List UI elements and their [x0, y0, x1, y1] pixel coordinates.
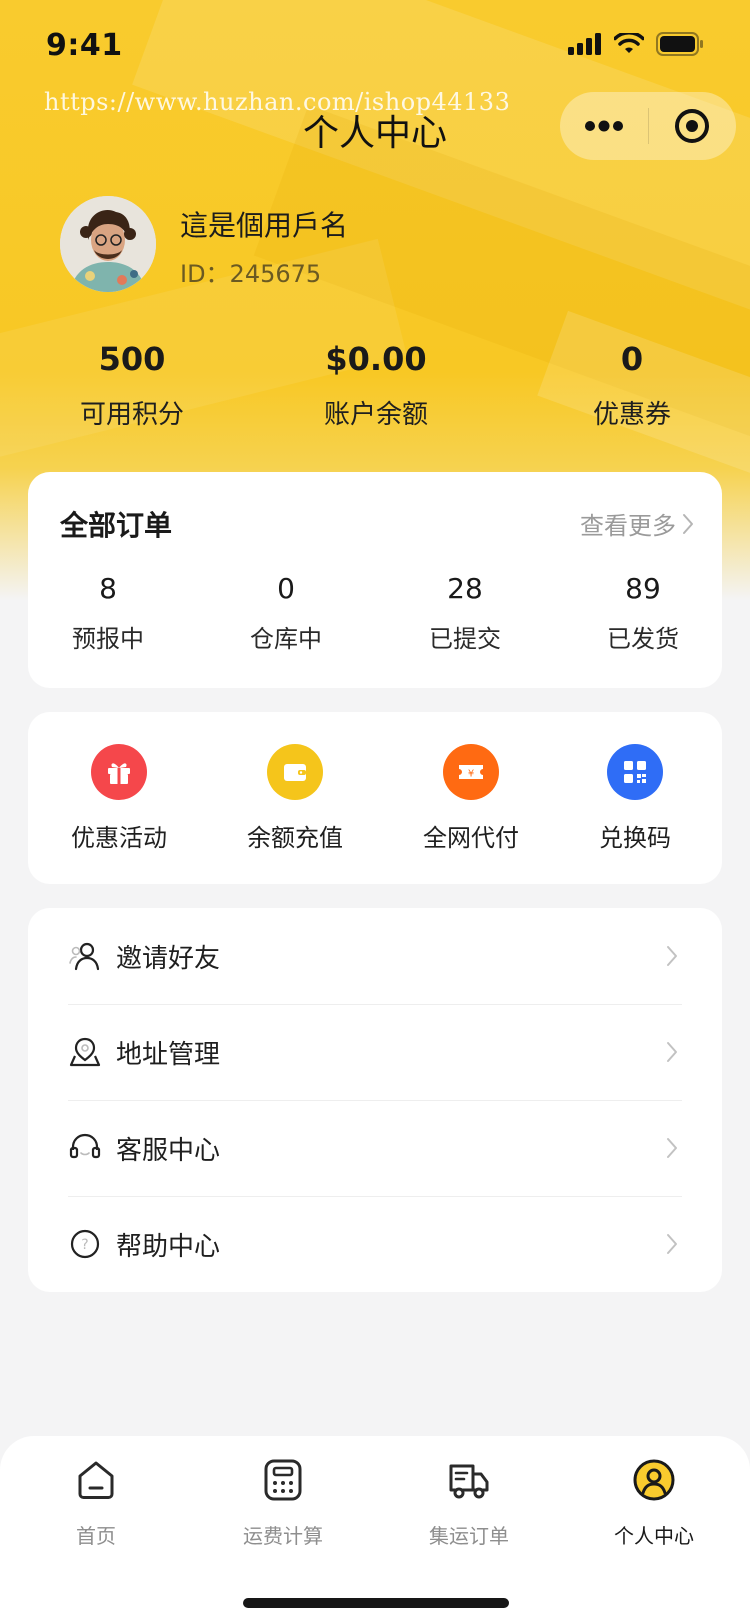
tool-proxy-pay[interactable]: ¥ 全网代付 — [386, 744, 556, 853]
qrcode-icon — [624, 761, 646, 783]
menu-item-label: 帮助中心 — [116, 1231, 221, 1262]
order-status-label: 仓库中 — [250, 625, 322, 653]
tab-label: 集运订单 — [429, 1524, 509, 1548]
close-miniprogram-button[interactable] — [649, 92, 737, 160]
tab-shipping-calculator[interactable]: 运费计算 — [203, 1456, 363, 1549]
tab-profile[interactable]: 个人中心 — [574, 1456, 734, 1549]
gift-icon — [108, 763, 130, 784]
view-more-label: 查看更多 — [580, 512, 676, 540]
menu-item-label: 邀请好友 — [116, 943, 221, 974]
tab-home[interactable]: 首页 — [16, 1456, 176, 1549]
tool-promotions[interactable]: 优惠活动 — [34, 744, 204, 853]
chevron-right-icon — [667, 1042, 677, 1062]
menu-item-customer-service[interactable]: 客服中心 — [68, 1100, 682, 1196]
stat-points[interactable]: 500 可用积分 — [22, 340, 242, 431]
tab-label: 首页 — [76, 1524, 116, 1548]
order-status-label: 已发货 — [607, 625, 679, 653]
tab-bar: 首页 运费计算 集运订单 个人中心 — [0, 1436, 750, 1624]
avatar-image — [60, 196, 156, 292]
status-time: 9:41 — [46, 28, 123, 63]
status-icons — [568, 32, 704, 56]
stat-coupons[interactable]: 0 优惠券 — [522, 340, 742, 431]
chevron-right-icon — [667, 1234, 677, 1254]
menu-card: 邀请好友 地址管理 客服中心 ? 帮助中心 — [28, 908, 722, 1292]
home-indicator — [243, 1598, 509, 1608]
menu-item-label: 客服中心 — [116, 1135, 221, 1166]
tool-label: 优惠活动 — [71, 824, 167, 852]
truck-icon — [449, 1464, 489, 1499]
user-name: 這是個用戶名 — [180, 209, 349, 242]
order-status-label: 已提交 — [429, 625, 501, 653]
stat-value: 0 — [620, 340, 644, 378]
order-count: 28 — [447, 572, 483, 605]
stat-label: 优惠券 — [592, 400, 671, 430]
svg-text:?: ? — [81, 1237, 88, 1253]
user-id: ID：245675 — [180, 260, 322, 288]
tool-label: 全网代付 — [423, 824, 519, 852]
order-count: 8 — [99, 572, 117, 605]
battery-icon — [656, 32, 703, 56]
order-status-warehouse[interactable]: 0 仓库中 — [206, 572, 366, 654]
target-icon — [675, 109, 710, 143]
chevron-right-icon — [683, 513, 693, 534]
chevron-right-icon — [667, 946, 677, 966]
stat-label: 可用积分 — [79, 400, 184, 430]
stat-label: 账户余额 — [323, 400, 428, 430]
profile-icon — [633, 1459, 675, 1501]
tool-recharge[interactable]: 余额充值 — [210, 744, 380, 853]
menu-item-address[interactable]: 地址管理 — [68, 1004, 682, 1100]
headset-icon — [69, 1133, 101, 1159]
wallet-icon — [284, 764, 306, 781]
tab-label: 运费计算 — [243, 1524, 323, 1548]
stat-value: $0.00 — [325, 340, 427, 378]
location-icon — [69, 1037, 101, 1067]
ticket-icon: ¥ — [459, 765, 483, 780]
view-more-link[interactable]: 查看更多 — [580, 506, 694, 541]
invite-user-icon — [69, 942, 100, 971]
menu-item-label: 地址管理 — [116, 1039, 221, 1070]
stat-balance[interactable]: $0.00 账户余额 — [266, 340, 486, 431]
menu-item-help[interactable]: ? 帮助中心 — [68, 1196, 682, 1292]
signal-icon — [568, 33, 601, 55]
order-status-submitted[interactable]: 28 已提交 — [385, 572, 545, 654]
orders-title: 全部订单 — [60, 509, 173, 542]
chevron-right-icon — [667, 1138, 677, 1158]
services-card: 优惠活动 余额充值 ¥ 全网代付 兑换码 — [28, 712, 722, 884]
more-button[interactable] — [560, 92, 648, 160]
calculator-icon — [264, 1459, 302, 1501]
menu-item-invite-friends[interactable]: 邀请好友 — [68, 908, 682, 1004]
tool-label: 余额充值 — [247, 824, 343, 852]
order-status-forecast[interactable]: 8 预报中 — [28, 572, 188, 654]
tab-consolidated-orders[interactable]: 集运订单 — [389, 1456, 549, 1549]
more-icon — [584, 120, 623, 132]
tab-label: 个人中心 — [614, 1524, 694, 1548]
orders-card: 全部订单 查看更多 8 预报中 0 仓库中 28 已提交 89 已发货 — [28, 472, 722, 688]
wifi-icon — [614, 33, 644, 53]
order-count: 0 — [277, 572, 295, 605]
order-status-label: 预报中 — [72, 625, 144, 653]
tool-label: 兑换码 — [599, 824, 671, 852]
order-count: 89 — [625, 572, 661, 605]
home-icon — [78, 1461, 114, 1499]
stat-value: 500 — [98, 340, 166, 378]
mini-program-capsule — [560, 92, 736, 160]
svg-text:¥: ¥ — [468, 769, 474, 780]
order-status-shipped[interactable]: 89 已发货 — [563, 572, 723, 654]
tool-redeem-code[interactable]: 兑换码 — [550, 744, 720, 853]
avatar[interactable] — [60, 196, 156, 292]
help-icon: ? — [70, 1229, 100, 1259]
